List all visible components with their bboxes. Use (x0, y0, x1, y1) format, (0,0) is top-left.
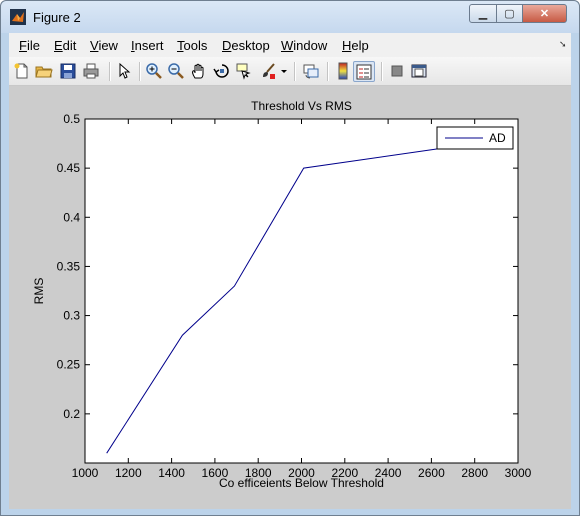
maximize-icon: ▢ (504, 8, 515, 20)
edit-plot-arrow-icon[interactable] (115, 62, 133, 80)
colorbar-icon[interactable] (334, 62, 352, 80)
x-tick-label: 2600 (418, 466, 445, 480)
legend-label: AD (489, 131, 506, 145)
maximize-button[interactable]: ▢ (496, 4, 523, 23)
menu-view[interactable]: View (90, 38, 118, 53)
dock-arrow-icon[interactable]: ➘ (559, 39, 567, 50)
x-tick-label: 3000 (505, 466, 532, 480)
menu-insert[interactable]: Insert (131, 38, 164, 53)
figure-window: Figure 2 ▁ ▢ ✕ File Edit View Insert Tools De… (0, 0, 580, 516)
brush-icon[interactable] (259, 62, 277, 80)
zoom-out-icon[interactable] (167, 62, 185, 80)
x-tick-label: 2800 (461, 466, 488, 480)
matlab-logo-icon (10, 9, 26, 25)
legend-icon[interactable] (353, 61, 375, 82)
show-plot-tools-icon[interactable] (410, 62, 428, 80)
save-icon[interactable] (59, 62, 77, 80)
x-tick-label: 1800 (245, 466, 272, 480)
data-cursor-icon[interactable] (235, 62, 253, 80)
x-tick-label: 2200 (331, 466, 358, 480)
menu-bar: File Edit View Insert Tools Desktop Window Help (9, 33, 571, 57)
y-axis-label: RMS (32, 278, 46, 305)
menu-help[interactable]: Help (342, 38, 369, 53)
minimize-button[interactable]: ▁ (469, 4, 497, 23)
x-tick-label: 1000 (72, 466, 99, 480)
close-icon: ✕ (539, 8, 550, 20)
new-figure-icon[interactable] (13, 62, 31, 80)
x-tick-label: 1400 (158, 466, 185, 480)
zoom-in-icon[interactable] (145, 62, 163, 80)
y-tick-label: 0.4 (63, 210, 80, 224)
y-tick-label: 0.5 (63, 112, 80, 126)
menu-edit[interactable]: Edit (54, 38, 76, 53)
close-button[interactable]: ✕ (522, 4, 567, 23)
plot-axes-box (84, 118, 519, 464)
window-title: Figure 2 (33, 10, 81, 25)
pan-hand-icon[interactable] (190, 62, 208, 80)
x-tick-label: 1200 (115, 466, 142, 480)
figure-client-area: File Edit View Insert Tools Desktop Window Help… (9, 33, 571, 509)
x-tick-label: 1600 (202, 466, 229, 480)
x-tick-label: 2000 (288, 466, 315, 480)
menu-desktop[interactable]: Desktop (222, 38, 270, 53)
y-tick-label: 0.35 (57, 259, 81, 273)
minimize-icon: ▁ (478, 8, 488, 20)
link-plot-icon[interactable] (302, 62, 320, 80)
figure-canvas[interactable]: Threshold Vs RMS Co efficeients Below Thr… (9, 86, 571, 509)
brush-dropdown-icon[interactable] (280, 62, 288, 80)
y-tick-label: 0.25 (57, 358, 81, 372)
print-icon[interactable] (82, 62, 100, 80)
open-file-icon[interactable] (35, 62, 53, 80)
menu-window[interactable]: Window (281, 38, 327, 53)
title-bar[interactable]: Figure 2 ▁ ▢ ✕ (1, 1, 579, 33)
y-tick-label: 0.2 (63, 407, 80, 421)
chart-title: Threshold Vs RMS (251, 99, 352, 113)
menu-tools[interactable]: Tools (177, 38, 207, 53)
figure-toolbar (9, 57, 571, 86)
menu-file[interactable]: File (19, 38, 40, 53)
line-chart: Threshold Vs RMSCo efficeients Below Thr… (32, 99, 532, 490)
y-tick-label: 0.45 (57, 161, 81, 175)
y-tick-label: 0.3 (63, 309, 80, 323)
x-tick-label: 2400 (375, 466, 402, 480)
rotate-3d-icon[interactable] (213, 62, 231, 80)
hide-plot-tools-icon[interactable] (388, 62, 406, 80)
